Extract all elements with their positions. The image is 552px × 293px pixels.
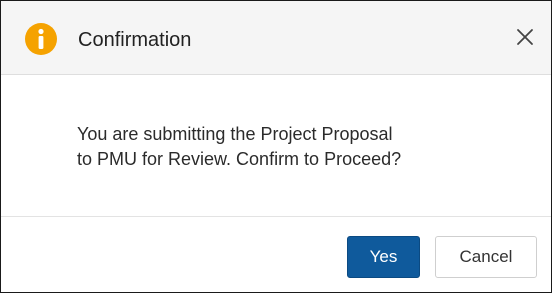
dialog-header: Confirmation [1, 1, 551, 75]
dialog-title: Confirmation [78, 29, 192, 51]
dialog-body: You are submitting the Project Proposal … [1, 75, 551, 217]
cancel-button[interactable]: Cancel [435, 236, 537, 278]
message-line-2: to PMU for Review. Confirm to Proceed? [77, 149, 402, 169]
confirmation-dialog: Confirmation You are submitting the Proj… [0, 0, 552, 293]
close-icon[interactable] [513, 25, 537, 49]
yes-button[interactable]: Yes [347, 236, 420, 278]
confirmation-message: You are submitting the Project Proposal … [77, 122, 497, 172]
message-line-1: You are submitting the Project Proposal [77, 124, 393, 144]
info-icon [25, 23, 57, 55]
dialog-footer: Yes Cancel [1, 217, 551, 292]
